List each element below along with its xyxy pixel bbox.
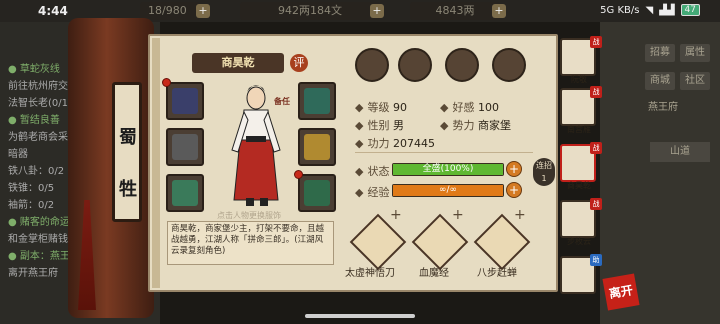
character-name: 商昊乾 bbox=[192, 53, 284, 73]
jade-ring-icon bbox=[172, 180, 198, 206]
equip-slot-armor[interactable] bbox=[298, 128, 336, 166]
helmet-icon bbox=[304, 88, 330, 114]
hidden-weapon-icon bbox=[172, 88, 198, 114]
battery-indicator: 47 bbox=[680, 4, 700, 16]
level-value: 90 bbox=[392, 101, 407, 114]
quest-line: 铁锥：0/5 bbox=[8, 183, 55, 194]
companion-name-2: 南宫雁 bbox=[567, 125, 591, 134]
companion-tag-5: 助 bbox=[590, 254, 602, 266]
wifi-icon: ◥ bbox=[645, 4, 654, 16]
faction-value: 商家堡 bbox=[477, 119, 511, 132]
upgrade-indicator bbox=[294, 170, 303, 179]
add-coin-button[interactable]: + bbox=[492, 4, 506, 18]
quest-line: 袖箭：0/2 bbox=[8, 200, 55, 211]
equip-slot-helmet[interactable] bbox=[298, 82, 336, 120]
power-value: 207445 bbox=[392, 137, 435, 150]
evaluate-button[interactable]: 评 bbox=[290, 54, 308, 72]
quest-line: 暗器 bbox=[8, 149, 28, 160]
equip-slot-boots[interactable] bbox=[298, 174, 336, 212]
divider bbox=[355, 152, 533, 153]
add-silver-button[interactable]: + bbox=[370, 4, 384, 18]
companion-tag-1: 战 bbox=[590, 36, 602, 48]
boots-icon bbox=[304, 180, 330, 206]
yinyang-icon[interactable] bbox=[445, 48, 479, 82]
quest-line: ● 草蛇灰线 bbox=[8, 64, 60, 75]
shop-button[interactable]: 商城 bbox=[645, 72, 675, 90]
combo-count: 1 bbox=[541, 174, 547, 183]
coin-display: 4843两 bbox=[410, 2, 500, 20]
recruit-button[interactable]: 招募 bbox=[645, 44, 675, 62]
quest-line: ● 赌客的命运 bbox=[8, 217, 70, 228]
skill-name-1: 太虚神悟刀 bbox=[345, 268, 395, 279]
skill-name-2: 血魔经 bbox=[419, 268, 449, 279]
state-label: 状态 bbox=[367, 165, 390, 178]
equip-slot-weapon[interactable] bbox=[166, 128, 204, 166]
quest-line: 法智长老(0/1) bbox=[8, 98, 72, 109]
stamina-value: 18/980 bbox=[148, 4, 187, 17]
portrait-hint: 点击人物更换服饰 bbox=[217, 211, 281, 220]
network-speed: 5G KB/s bbox=[600, 4, 640, 16]
faction-tag: 蜀 牲 bbox=[112, 82, 142, 222]
companion-name-1: 阮敬 bbox=[571, 75, 587, 84]
leave-seal-button[interactable]: 离开 bbox=[602, 273, 640, 311]
quest-line: ● 暂结良善 bbox=[8, 115, 60, 126]
paper-edge bbox=[152, 38, 160, 288]
system-indicators: 5G KB/s ◥ ▟▟ 47 bbox=[600, 4, 700, 16]
treasure-box-icon[interactable] bbox=[398, 48, 432, 82]
companion-tag-2: 战 bbox=[590, 86, 602, 98]
clock: 4:44 bbox=[38, 4, 68, 18]
add-exp-button[interactable]: + bbox=[506, 182, 522, 198]
skill-upgrade-icon[interactable]: + bbox=[514, 207, 526, 223]
level-label: 等级 bbox=[367, 101, 390, 114]
silver-display: 942两184文 bbox=[240, 2, 380, 20]
faction-char-2: 牲 bbox=[119, 179, 137, 200]
state-value: 全盛(100%) bbox=[393, 164, 503, 175]
faction-char-1: 蜀 bbox=[119, 127, 137, 148]
silver-value: 942两184文 bbox=[278, 4, 342, 17]
inventory-icon[interactable] bbox=[355, 48, 389, 82]
quest-line: 和金掌柜赌钱 bbox=[8, 234, 68, 245]
skill-upgrade-icon[interactable]: + bbox=[390, 207, 402, 223]
equip-slot-hidden-weapon[interactable] bbox=[166, 82, 204, 120]
attributes-button[interactable]: 属性 bbox=[680, 44, 710, 62]
character-description: 商昊乾，商家堡少主，打架不要命，且越战越勇，江湖人称「拼命三郎」。(江湖风云录复… bbox=[167, 221, 334, 265]
state-bar: 全盛(100%) bbox=[392, 163, 504, 176]
favor-label: 好感 bbox=[452, 101, 475, 114]
skill-name-3: 八步赶蝉 bbox=[477, 268, 517, 279]
companion-name-3: 商昊乾 bbox=[567, 181, 591, 190]
favor-value: 100 bbox=[477, 101, 499, 114]
gender-value: 男 bbox=[392, 119, 404, 132]
companion-tag-4: 战 bbox=[590, 198, 602, 210]
title-badge: 备任 bbox=[274, 97, 290, 106]
equip-slot-accessory[interactable] bbox=[166, 174, 204, 212]
upgrade-indicator bbox=[162, 78, 171, 87]
exp-bar: ∞/∞ bbox=[392, 184, 504, 197]
companion-tag-3: 战 bbox=[590, 142, 602, 154]
body-meridian-icon[interactable] bbox=[492, 48, 526, 82]
combo-label: 连招 bbox=[536, 161, 552, 170]
companion-name-4: 步枚云 bbox=[567, 237, 591, 246]
exp-label: 经验 bbox=[367, 186, 390, 199]
region-label: 燕王府 bbox=[648, 102, 678, 113]
mountain-path-button[interactable]: 山道 bbox=[650, 142, 710, 162]
quest-line: 离开燕王府 bbox=[8, 268, 58, 279]
weapon-icon bbox=[172, 134, 198, 160]
faction-label: 势力 bbox=[452, 119, 475, 132]
restore-state-button[interactable]: + bbox=[506, 161, 522, 177]
combo-button[interactable]: 连招 1 bbox=[533, 158, 555, 186]
exp-value: ∞/∞ bbox=[393, 185, 503, 196]
stamina-display: 18/980 bbox=[140, 2, 200, 20]
skill-upgrade-icon[interactable]: + bbox=[452, 207, 464, 223]
armor-icon bbox=[304, 134, 330, 160]
quest-line: 铁八卦：0/2 bbox=[8, 166, 65, 177]
power-label: 功力 bbox=[367, 137, 390, 150]
coin-value: 4843两 bbox=[435, 4, 475, 17]
signal-icon: ▟▟ bbox=[659, 4, 675, 16]
community-button[interactable]: 社区 bbox=[680, 72, 710, 90]
gender-label: 性别 bbox=[367, 119, 390, 132]
home-indicator[interactable] bbox=[305, 314, 415, 318]
add-stamina-button[interactable]: + bbox=[196, 4, 210, 18]
